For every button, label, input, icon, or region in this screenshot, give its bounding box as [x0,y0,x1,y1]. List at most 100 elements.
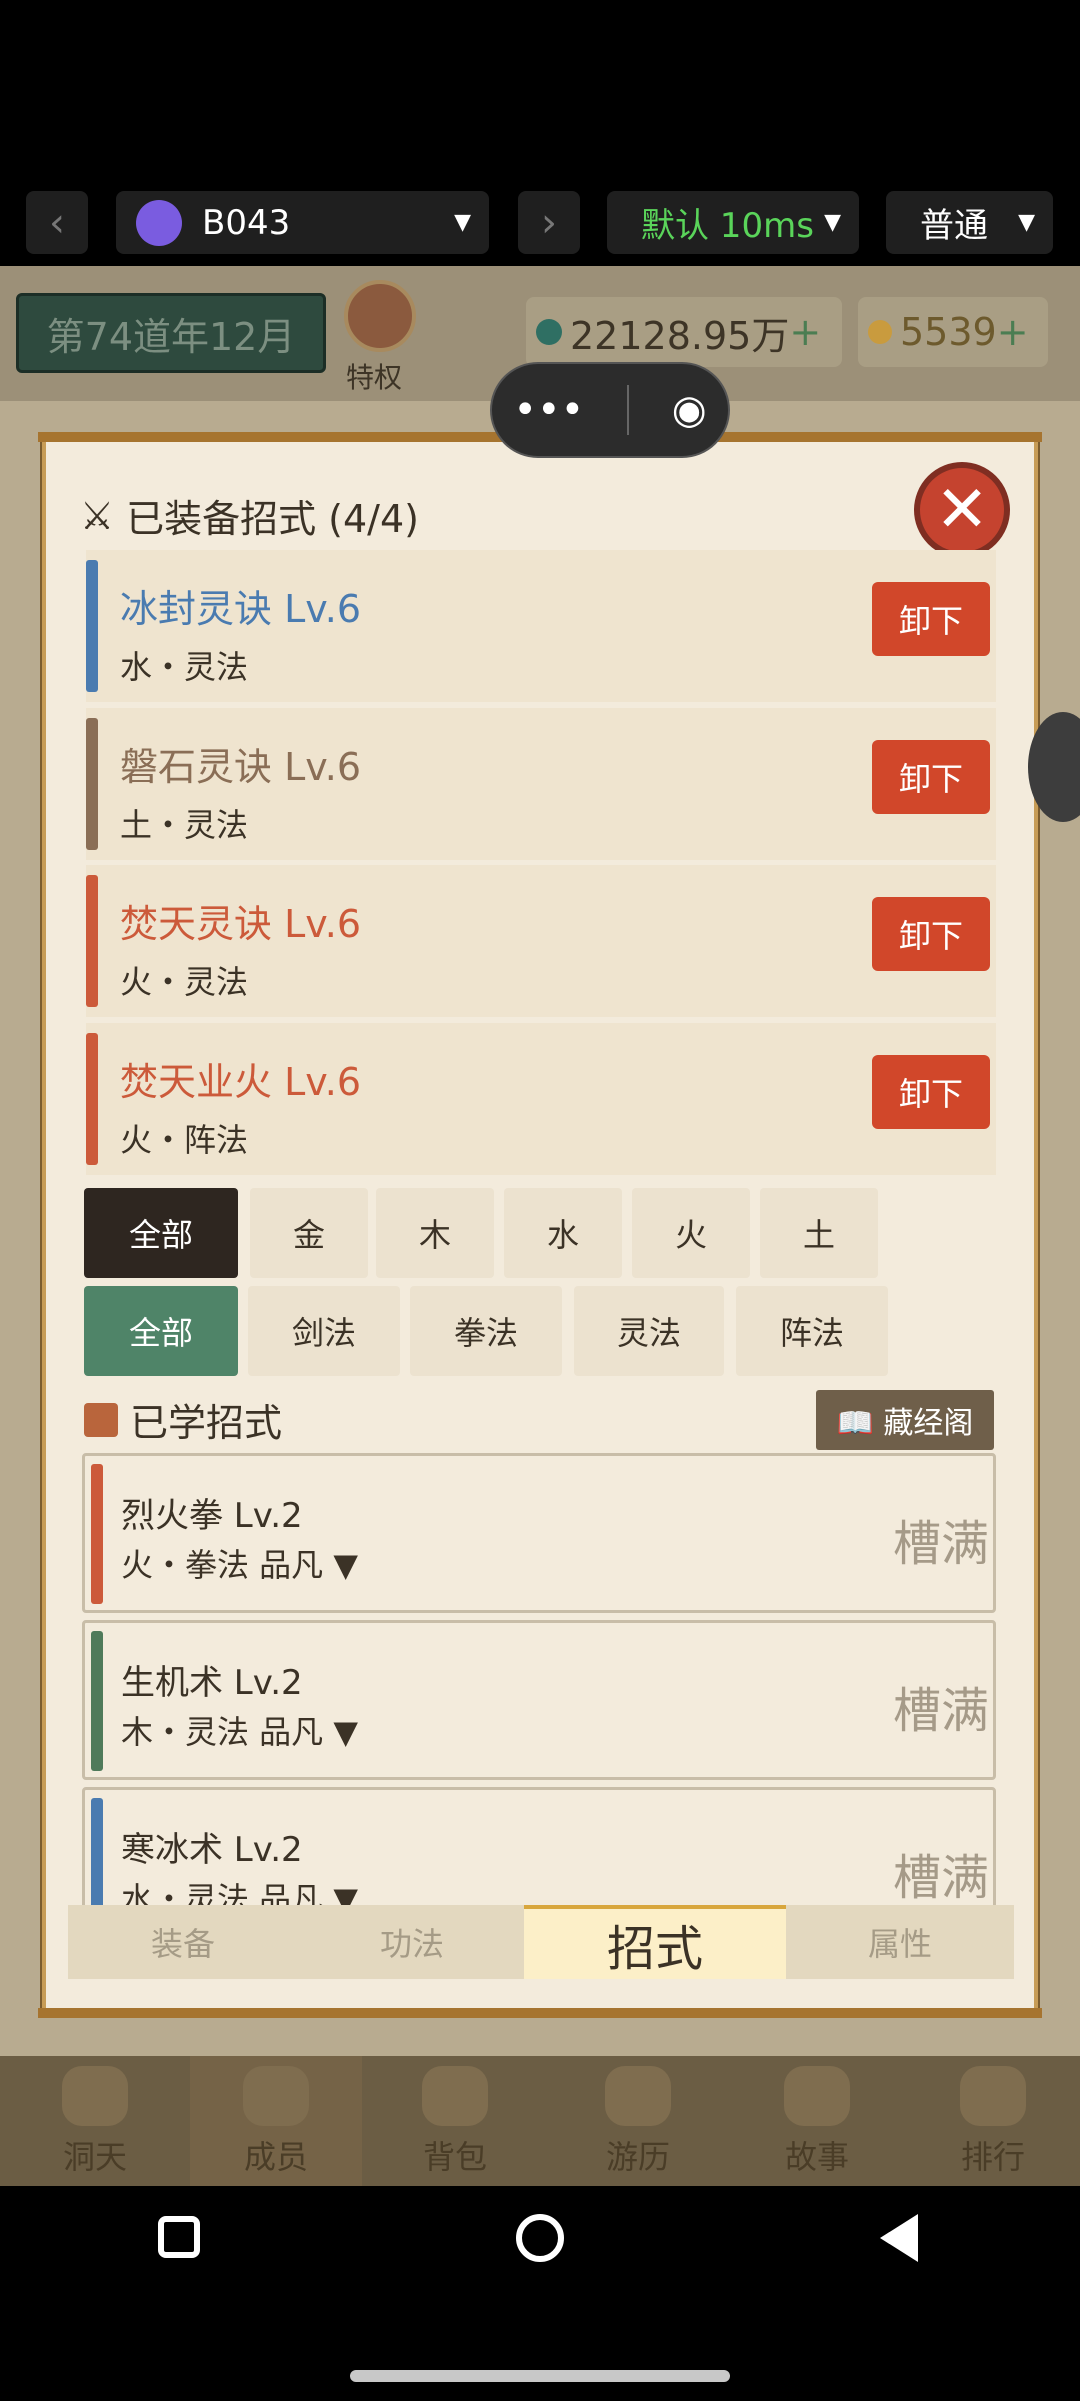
element-color-bar [91,1631,103,1771]
app-name: B043 [202,202,291,243]
tab-skills[interactable]: 招式 [524,1905,786,1979]
skill-name: 生机术 Lv.2 [121,1663,303,1703]
nav-item-dongtian[interactable]: 洞天 [0,2056,190,2186]
element-filter-wood[interactable]: 木 [376,1188,494,1278]
nav-label: 游历 [605,2138,670,2176]
tab-equipment[interactable]: 装备 [68,1905,298,1979]
slot-full-status: 槽满 [892,1516,989,1572]
element-color-bar [86,560,98,692]
gold-value: 5539 [900,310,997,354]
members-icon [243,2066,309,2126]
box-icon [84,1402,118,1437]
expand-triangle-icon[interactable]: ▼ [333,1713,358,1751]
skill-meta: 火・拳法 品凡 ▼ [121,1540,358,1586]
element-color-bar [91,1798,103,1905]
skill-meta: 水・灵法 品凡 ▼ [121,1874,358,1905]
skill-type: 木・灵法 品凡 [121,1713,324,1751]
unequip-button[interactable]: 卸下 [872,740,990,814]
learned-skill-list[interactable]: 烈火拳 Lv.2 火・拳法 品凡 ▼ 槽满 生机术 Lv.2 木・灵法 品凡 ▼… [82,1453,998,1905]
miniprogram-capsule: ••• ◉ [490,362,730,458]
gold-counter[interactable]: 5539 + [858,297,1048,367]
skill-meta: 木・灵法 品凡 ▼ [121,1707,358,1753]
element-filter-metal[interactable]: 金 [250,1188,368,1278]
element-filter-water[interactable]: 水 [504,1188,622,1278]
nav-item-travel[interactable]: 游历 [548,2056,728,2186]
close-icon: ✕ [935,473,989,547]
tab-attributes[interactable]: 属性 [786,1905,1014,1979]
spirit-stone-value: 22128.95万 [570,313,790,358]
forward-button[interactable]: › [518,191,580,254]
equipped-skill-card[interactable]: 磐石灵诀 Lv.6 土・灵法 卸下 [86,708,996,860]
date-display: 第74道年12月 [16,293,326,373]
unequip-button[interactable]: 卸下 [872,897,990,971]
type-filter-spell[interactable]: 灵法 [574,1286,724,1376]
android-icon [136,199,182,246]
learned-skill-card[interactable]: 寒冰术 Lv.2 水・灵法 品凡 ▼ 槽满 [82,1787,996,1905]
chevron-down-icon: ▼ [454,210,471,235]
gesture-bar[interactable] [350,2370,730,2382]
mode-selector[interactable]: 普通 ▼ [886,191,1053,254]
modal-tab-bar: 装备 功法 招式 属性 [68,1905,1014,1979]
learned-section-title: 已学招式 [84,1392,282,1447]
plus-icon: + [996,310,1029,354]
book-icon [784,2066,850,2126]
close-button[interactable]: ✕ [914,462,1010,558]
latency-selector[interactable]: 默认 10ms ▼ [607,191,859,254]
back-icon[interactable] [880,2214,918,2262]
skill-type: 水・灵法 品凡 [121,1880,324,1905]
slot-full-status: 槽满 [892,1850,989,1905]
nav-item-story[interactable]: 故事 [728,2056,906,2186]
learned-skill-card[interactable]: 烈火拳 Lv.2 火・拳法 品凡 ▼ 槽满 [82,1453,996,1613]
plus-icon: + [789,310,822,354]
chevron-down-icon: ▼ [1018,210,1035,235]
equipped-skill-card[interactable]: 焚天业火 Lv.6 火・阵法 卸下 [86,1023,996,1175]
recents-icon[interactable] [158,2216,200,2258]
nav-item-ranking[interactable]: 排行 [906,2056,1080,2186]
expand-triangle-icon[interactable]: ▼ [333,1880,358,1905]
element-filter-earth[interactable]: 土 [760,1188,878,1278]
spirit-stone-counter[interactable]: 22128.95万 + [526,297,842,367]
element-color-bar [86,1033,98,1165]
type-filter-formation[interactable]: 阵法 [736,1286,888,1376]
nav-label: 背包 [422,2138,487,2176]
privilege-icon[interactable] [344,280,416,352]
learned-title-text: 已学招式 [130,1401,283,1445]
element-filter-all[interactable]: 全部 [84,1188,238,1278]
type-filter-all[interactable]: 全部 [84,1286,238,1376]
ranking-icon [960,2066,1026,2126]
slot-full-status: 槽满 [892,1683,989,1739]
equipped-skill-card[interactable]: 冰封灵诀 Lv.6 水・灵法 卸下 [86,550,996,702]
back-button[interactable]: ‹ [26,191,88,254]
map-icon [605,2066,671,2126]
skill-name: 冰封灵诀 Lv.6 [120,587,362,631]
crossed-swords-icon: ⚔ [80,493,115,538]
skill-type: 火・阵法 [120,1121,249,1159]
nav-item-bag[interactable]: 背包 [362,2056,548,2186]
skill-name: 焚天业火 Lv.6 [120,1060,362,1104]
unequip-button[interactable]: 卸下 [872,1055,990,1129]
nav-label: 成员 [243,2138,308,2176]
learned-skill-card[interactable]: 生机术 Lv.2 木・灵法 品凡 ▼ 槽满 [82,1620,996,1780]
equipped-section-title: ⚔ 已装备招式 (4/4) [80,488,419,543]
bottom-nav: 洞天 成员 背包 游历 故事 排行 [0,2056,1080,2186]
spirit-stone-icon [536,319,562,345]
type-filter-sword[interactable]: 剑法 [248,1286,400,1376]
tab-techniques[interactable]: 功法 [298,1905,526,1979]
divider [626,385,629,435]
library-button[interactable]: 📖 藏经阁 [816,1390,994,1450]
app-selector[interactable]: B043 ▼ [116,191,489,254]
close-miniprogram-icon[interactable]: ◉ [672,387,707,433]
equipped-skill-card[interactable]: 焚天灵诀 Lv.6 火・灵法 卸下 [86,865,996,1017]
element-filter-fire[interactable]: 火 [632,1188,750,1278]
expand-triangle-icon[interactable]: ▼ [333,1546,358,1584]
skill-type: 火・灵法 [120,963,249,1001]
skill-type: 土・灵法 [120,806,249,844]
element-color-bar [86,875,98,1007]
skill-name: 烈火拳 Lv.2 [121,1496,303,1536]
more-icon[interactable]: ••• [513,387,584,433]
nav-item-members[interactable]: 成员 [190,2056,362,2186]
type-filter-fist[interactable]: 拳法 [410,1286,562,1376]
unequip-button[interactable]: 卸下 [872,582,990,656]
home-icon[interactable] [516,2214,564,2262]
skill-name: 寒冰术 Lv.2 [121,1830,303,1870]
